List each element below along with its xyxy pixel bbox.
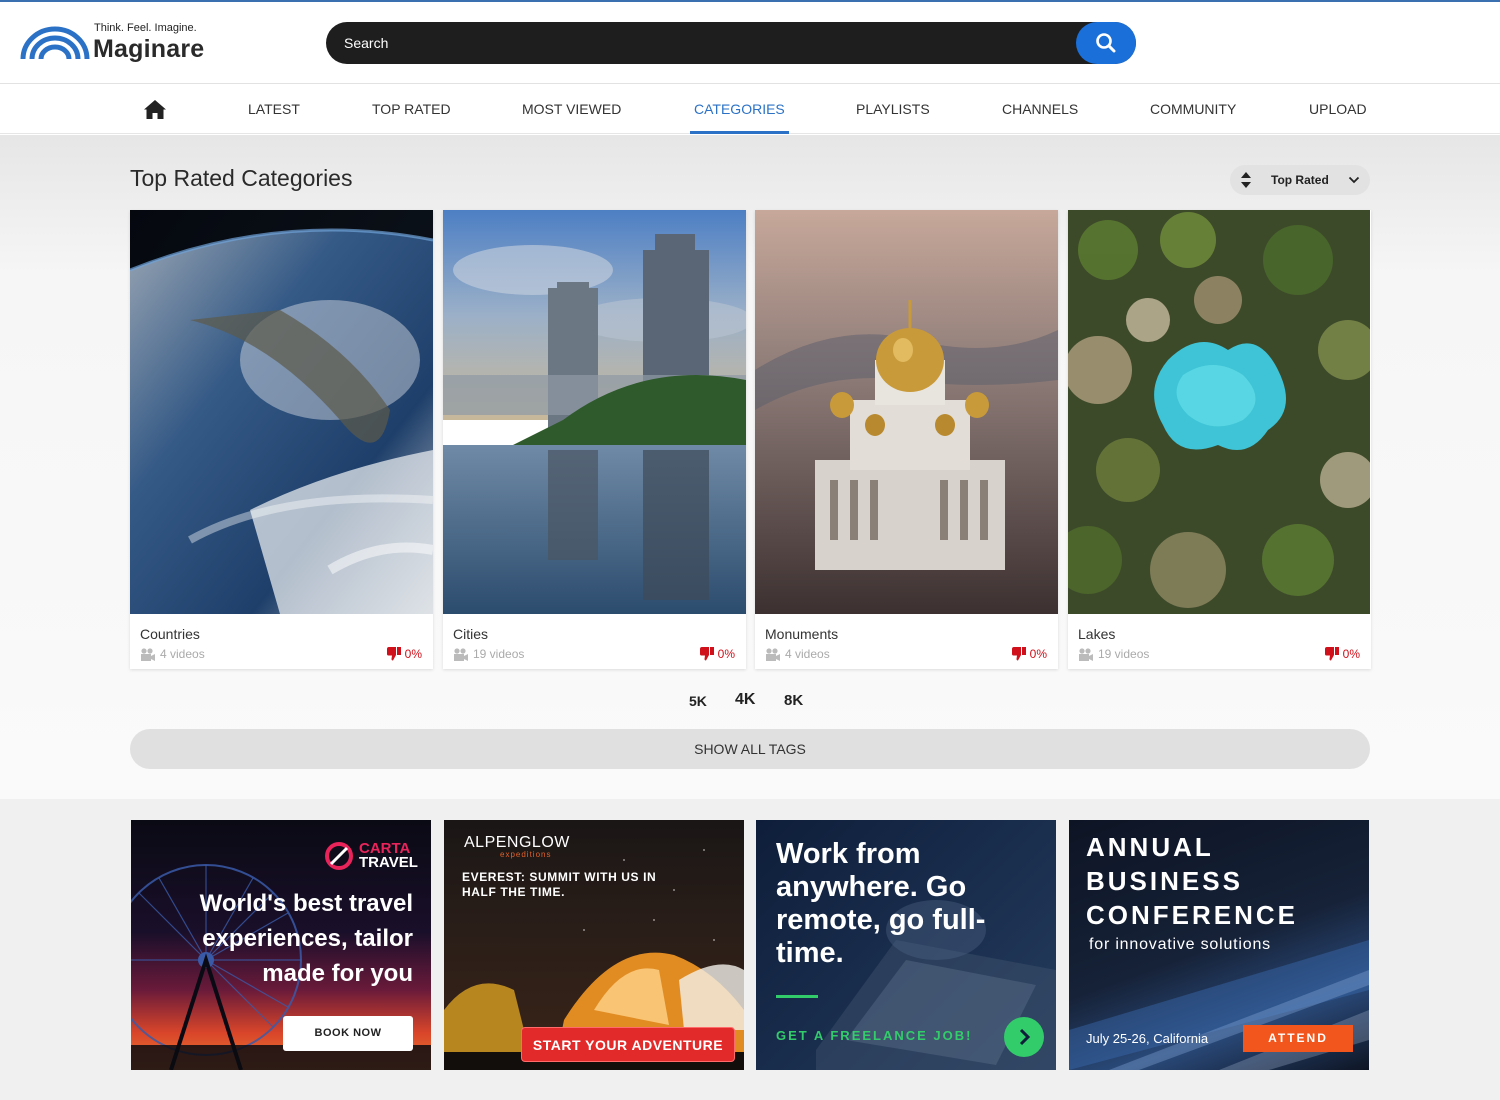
category-thumbnail bbox=[130, 210, 433, 614]
categories-section: Top Rated Categories Top Rated Countries… bbox=[0, 135, 1500, 799]
ad-subtitle: for innovative solutions bbox=[1089, 936, 1271, 953]
rating-percent: 0% bbox=[1342, 647, 1360, 661]
thumbs-down-icon bbox=[1011, 647, 1026, 661]
cathedral-aerial-image bbox=[755, 210, 1058, 614]
thumbs-down-icon bbox=[1324, 647, 1339, 661]
nav-categories[interactable]: CATEGORIES bbox=[690, 84, 789, 134]
video-count: 4 videos bbox=[140, 647, 205, 661]
video-camera-icon bbox=[454, 648, 468, 661]
category-thumbnail bbox=[755, 210, 1058, 614]
category-name: Countries bbox=[140, 626, 200, 642]
ad-headline: ANNUAL BUSINESS CONFERENCE bbox=[1086, 832, 1299, 930]
category-card-countries[interactable]: Countries 4 videos 0% bbox=[130, 210, 433, 669]
tag-link[interactable]: 8K bbox=[784, 692, 803, 709]
nav-channels[interactable]: CHANNELS bbox=[1002, 84, 1078, 134]
video-count-text: 4 videos bbox=[160, 647, 205, 661]
ad-alpenglow[interactable]: ALPENGLOW expeditions EVEREST: SUMMIT WI… bbox=[444, 820, 744, 1070]
category-card-lakes[interactable]: Lakes 19 videos 0% bbox=[1068, 210, 1371, 669]
ad-business-conference[interactable]: ANNUAL BUSINESS CONFERENCE for innovativ… bbox=[1069, 820, 1369, 1070]
nav-upload[interactable]: UPLOAD bbox=[1309, 84, 1367, 134]
video-camera-icon bbox=[766, 648, 780, 661]
tag-cloud: 5K 4K 8K bbox=[0, 690, 1500, 710]
page-title: Top Rated Categories bbox=[130, 165, 353, 191]
nav-latest[interactable]: LATEST bbox=[248, 84, 300, 134]
video-count: 4 videos bbox=[765, 647, 830, 661]
nav-home[interactable] bbox=[143, 98, 167, 120]
ad-headline: EVEREST: SUMMIT WITH US IN HALF THE TIME… bbox=[462, 870, 657, 899]
video-camera-icon bbox=[141, 648, 155, 661]
video-camera-icon bbox=[1079, 648, 1093, 661]
search-bar bbox=[326, 22, 1136, 64]
dislike-rating: 0% bbox=[699, 646, 735, 661]
rainbow-logo-icon bbox=[20, 26, 90, 60]
video-count-text: 19 videos bbox=[473, 647, 525, 661]
search-input[interactable] bbox=[344, 22, 1064, 64]
tag-link[interactable]: 5K bbox=[689, 693, 707, 709]
dislike-rating: 0% bbox=[386, 646, 422, 661]
video-count-text: 4 videos bbox=[785, 647, 830, 661]
nav-most-viewed[interactable]: MOST VIEWED bbox=[522, 84, 621, 134]
ad-brand-line2: TRAVEL bbox=[359, 854, 418, 871]
earth-from-space-image bbox=[130, 210, 433, 614]
dislike-rating: 0% bbox=[1011, 646, 1047, 661]
category-thumbnail bbox=[1068, 210, 1371, 614]
sort-selected-value: Top Rated bbox=[1271, 173, 1329, 187]
city-skyline-reflection-image bbox=[443, 210, 746, 614]
video-count: 19 videos bbox=[1078, 647, 1149, 661]
logo-brand-name: Maginare bbox=[93, 35, 205, 63]
category-card-monuments[interactable]: Monuments 4 videos 0% bbox=[755, 210, 1058, 669]
home-icon bbox=[144, 100, 166, 119]
ad-banner-row: CARTA TRAVEL World's best travel experie… bbox=[0, 799, 1500, 1100]
search-icon bbox=[1096, 33, 1116, 53]
rating-percent: 0% bbox=[404, 647, 422, 661]
site-header: Think. Feel. Imagine. Maginare bbox=[0, 2, 1500, 84]
tag-link[interactable]: 4K bbox=[735, 691, 755, 709]
site-logo[interactable]: Think. Feel. Imagine. Maginare bbox=[20, 20, 220, 70]
ad-divider bbox=[776, 995, 818, 998]
ad-headline: Work from anywhere. Go remote, go full-t… bbox=[776, 838, 986, 969]
video-count-text: 19 videos bbox=[1098, 647, 1150, 661]
thumbs-down-icon bbox=[699, 647, 714, 661]
sort-dropdown[interactable]: Top Rated bbox=[1230, 165, 1370, 195]
category-name: Lakes bbox=[1078, 626, 1116, 642]
rating-percent: 0% bbox=[1029, 647, 1047, 661]
category-name: Cities bbox=[453, 626, 489, 642]
video-count: 19 videos bbox=[453, 647, 524, 661]
category-thumbnail bbox=[443, 210, 746, 614]
ad-headline: World's best travel experiences, tailor … bbox=[199, 890, 413, 987]
nav-top-rated[interactable]: TOP RATED bbox=[372, 84, 451, 134]
main-nav: LATEST TOP RATED MOST VIEWED CATEGORIES … bbox=[0, 84, 1500, 134]
dislike-rating: 0% bbox=[1324, 646, 1360, 661]
rating-percent: 0% bbox=[717, 647, 735, 661]
attend-button[interactable]: ATTEND bbox=[1243, 1025, 1353, 1052]
nav-community[interactable]: COMMUNITY bbox=[1150, 84, 1236, 134]
category-name: Monuments bbox=[765, 626, 839, 642]
forest-lake-aerial-image bbox=[1068, 210, 1371, 614]
chevron-down-icon bbox=[1348, 176, 1360, 184]
search-button[interactable] bbox=[1076, 22, 1136, 64]
nav-playlists[interactable]: PLAYLISTS bbox=[856, 84, 930, 134]
ad-brand-sub: expeditions bbox=[500, 850, 552, 859]
book-now-button[interactable]: BOOK NOW bbox=[283, 1016, 413, 1051]
show-all-tags-button[interactable]: SHOW ALL TAGS bbox=[130, 729, 1370, 769]
chevron-right-icon bbox=[1019, 1028, 1031, 1046]
category-card-cities[interactable]: Cities 19 videos 0% bbox=[443, 210, 746, 669]
logo-tagline: Think. Feel. Imagine. bbox=[94, 22, 197, 34]
event-date: July 25-26, California bbox=[1086, 1031, 1209, 1046]
ad-carta-travel[interactable]: CARTA TRAVEL World's best travel experie… bbox=[131, 820, 431, 1070]
start-adventure-button[interactable]: START YOUR ADVENTURE bbox=[521, 1027, 735, 1062]
thumbs-down-icon bbox=[386, 647, 401, 661]
freelance-job-link[interactable]: GET A FREELANCE JOB! bbox=[776, 1028, 973, 1043]
ad-freelance[interactable]: Work from anywhere. Go remote, go full-t… bbox=[756, 820, 1056, 1070]
carta-logo-icon bbox=[325, 842, 353, 870]
arrow-button[interactable] bbox=[1004, 1017, 1044, 1057]
sort-arrows-icon bbox=[1241, 172, 1251, 188]
